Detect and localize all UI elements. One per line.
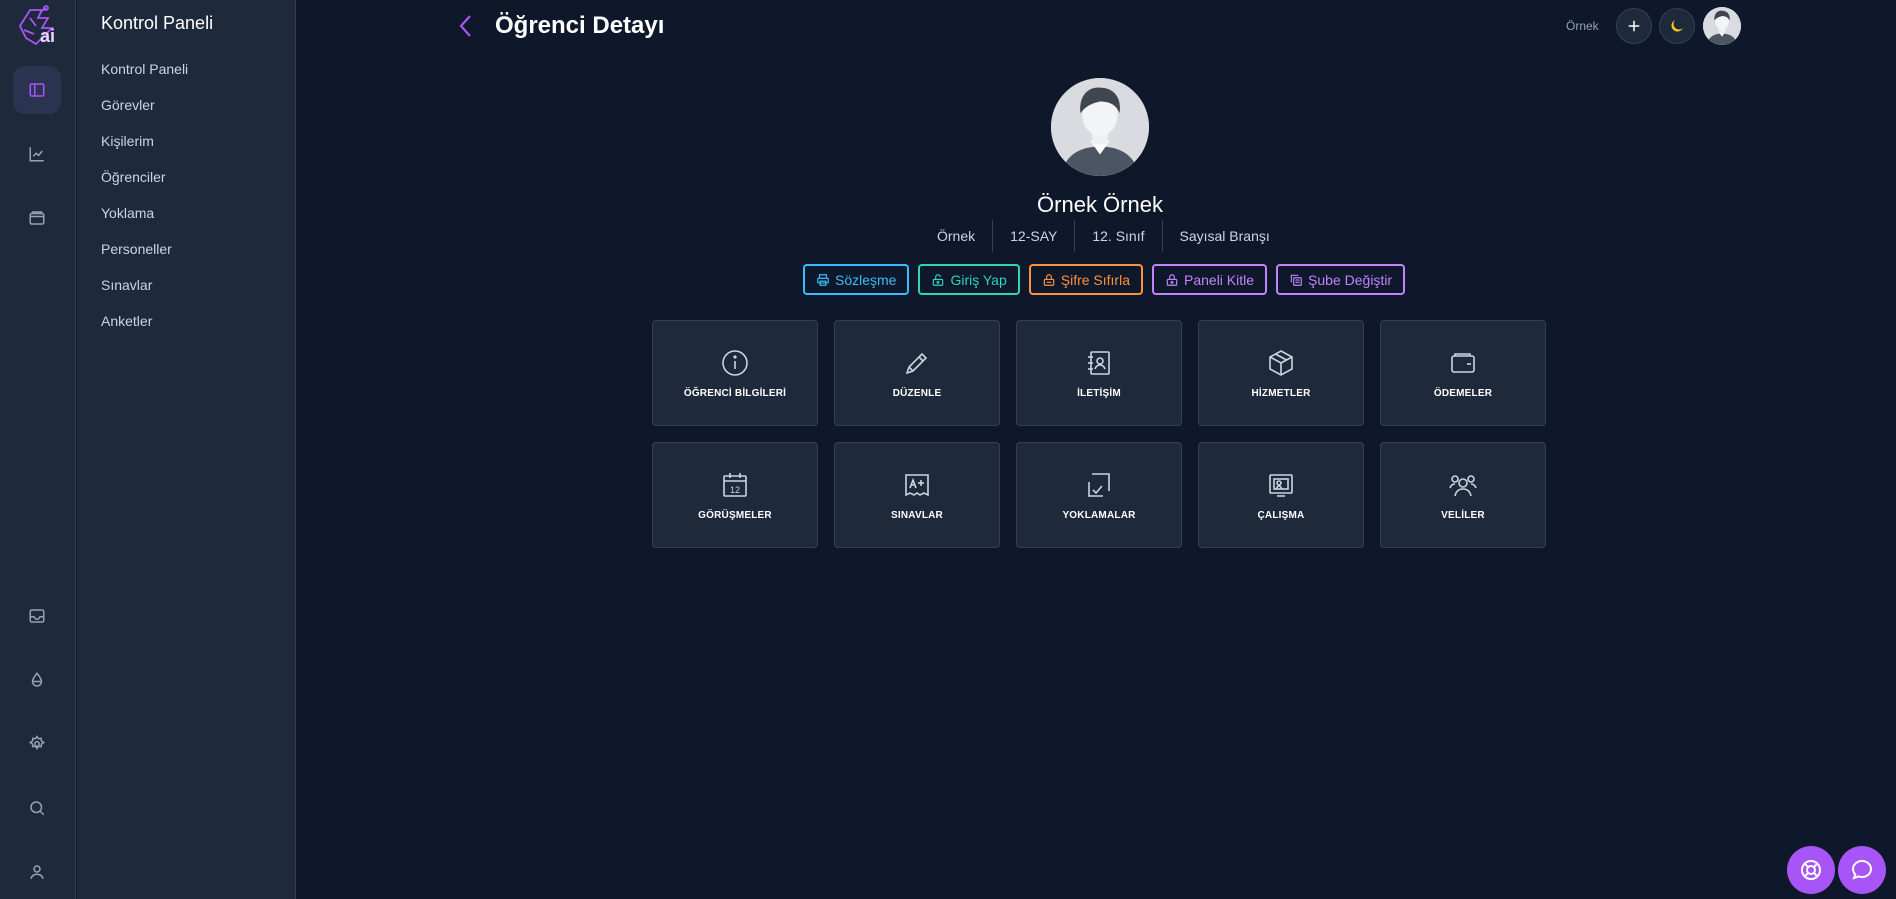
study-icon <box>1269 473 1293 497</box>
card-attendance[interactable]: YOKLAMALAR <box>1016 442 1182 548</box>
unlock-icon <box>933 273 944 286</box>
card-study-label: ÇALIŞMA <box>1257 509 1305 521</box>
droplet-icon <box>31 672 43 687</box>
printer-icon <box>817 273 829 286</box>
user-icon <box>30 865 44 879</box>
add-button[interactable] <box>1616 8 1652 44</box>
moon-icon <box>1671 20 1683 32</box>
login-as-button[interactable]: Giriş Yap <box>918 264 1020 295</box>
sidebar-title: Kontrol Paneli <box>101 13 214 33</box>
copy-icon <box>1290 274 1302 286</box>
lock-panel-button[interactable]: Paneli Kitle <box>1152 264 1268 295</box>
avatar-person-icon <box>1051 78 1149 176</box>
header-avatar[interactable] <box>1703 7 1741 45</box>
card-student-info[interactable]: ÖĞRENCİ BİLGİLERİ <box>652 320 818 426</box>
card-contact-label: İLETİŞİM <box>1077 387 1121 399</box>
calendar-day: 12 <box>730 485 740 495</box>
logo-text: ai <box>40 26 55 46</box>
lock-panel-button-label: Paneli Kitle <box>1184 271 1255 288</box>
lifebuoy-icon <box>1801 860 1821 880</box>
page-title: Öğrenci Detayı <box>495 12 665 39</box>
address-book-icon <box>1088 350 1110 375</box>
student-avatar <box>1051 78 1149 176</box>
check-square-icon <box>1088 472 1110 497</box>
chat-bubble-icon <box>1851 859 1873 880</box>
rail-item-reports[interactable] <box>13 130 61 178</box>
lock-reset-icon <box>1043 273 1054 286</box>
student-meta-branch: Sayısal Branşı <box>1179 228 1270 244</box>
card-meetings[interactable]: 12 GÖRÜŞMELER <box>652 442 818 548</box>
rail-item-theme[interactable] <box>13 656 61 704</box>
card-attendance-label: YOKLAMALAR <box>1062 509 1136 521</box>
student-meta: Örnek 12-SAY 12. Sınıf Sayısal Branşı <box>920 220 1287 252</box>
rail-item-search[interactable] <box>13 784 61 832</box>
contract-button-label: Sözleşme <box>835 271 897 288</box>
support-button[interactable] <box>1787 846 1835 894</box>
icon-rail: ai <box>0 0 76 899</box>
card-student-info-label: ÖĞRENCİ BİLGİLERİ <box>683 387 787 399</box>
sidebar-item-sinavlar[interactable]: Sınavlar <box>101 276 188 312</box>
chat-button[interactable] <box>1838 846 1886 894</box>
card-exams[interactable]: SINAVLAR <box>834 442 1000 548</box>
avatar-person-icon <box>1703 7 1741 45</box>
users-icon <box>1449 474 1477 496</box>
action-buttons: Sözleşme Giriş Yap Şifre Sıfırla Paneli … <box>803 264 1406 295</box>
card-meetings-label: GÖRÜŞMELER <box>698 509 772 521</box>
sidebar-item-kontrol-paneli[interactable]: Kontrol Paneli <box>101 60 188 96</box>
sidebar-item-kisilerim[interactable]: Kişilerim <box>101 132 188 168</box>
chevron-left-icon <box>459 15 471 37</box>
card-edit[interactable]: DÜZENLE <box>834 320 1000 426</box>
sidebar-panel-icon <box>29 83 45 97</box>
wallet-icon <box>1451 352 1475 373</box>
sidebar: Kontrol Paneli Kontrol Paneli Görevler K… <box>77 0 296 899</box>
change-branch-button[interactable]: Şube Değiştir <box>1276 264 1406 295</box>
reset-password-button[interactable]: Şifre Sıfırla <box>1028 264 1143 295</box>
student-menu-grid: ÖĞRENCİ BİLGİLERİ DÜZENLE İLETİŞİM HİZME… <box>652 320 1546 548</box>
reset-password-button-label: Şifre Sıfırla <box>1060 271 1130 288</box>
box-icon <box>1269 349 1293 376</box>
card-services[interactable]: HİZMETLER <box>1198 320 1364 426</box>
search-icon <box>30 801 45 816</box>
rail-item-inbox[interactable] <box>13 592 61 640</box>
calendar-icon: 12 <box>723 472 747 497</box>
rail-item-profile[interactable] <box>13 848 61 896</box>
contract-button[interactable]: Sözleşme <box>803 264 910 295</box>
card-edit-label: DÜZENLE <box>892 387 942 399</box>
gear-icon <box>28 735 46 750</box>
card-parents-label: VELİLER <box>1441 509 1485 521</box>
student-meta-grade: 12. Sınıf <box>1075 220 1163 252</box>
inbox-icon <box>29 609 45 623</box>
card-study[interactable]: ÇALIŞMA <box>1198 442 1364 548</box>
card-services-label: HİZMETLER <box>1251 387 1311 399</box>
student-meta-class-code: 12-SAY <box>993 220 1076 252</box>
lock-icon <box>1166 273 1178 286</box>
pencil-icon <box>905 352 928 374</box>
back-button[interactable] <box>455 13 477 39</box>
chart-line-icon <box>29 147 44 162</box>
info-circle-icon <box>722 349 748 376</box>
student-meta-name: Örnek <box>920 220 994 252</box>
rail-item-dashboard[interactable] <box>13 66 61 114</box>
card-contact[interactable]: İLETİŞİM <box>1016 320 1182 426</box>
card-parents[interactable]: VELİLER <box>1380 442 1546 548</box>
rail-item-settings[interactable] <box>13 720 61 768</box>
card-exams-label: SINAVLAR <box>891 509 943 521</box>
student-name-text: Örnek Örnek <box>1037 192 1163 217</box>
card-payments-label: ÖDEMELER <box>1433 387 1493 399</box>
sidebar-item-anketler[interactable]: Anketler <box>101 312 188 348</box>
change-branch-button-label: Şube Değiştir <box>1308 271 1393 288</box>
sidebar-item-gorevler[interactable]: Görevler <box>101 96 188 132</box>
brain-circuit-logo-icon[interactable]: ai <box>12 4 64 48</box>
sidebar-item-personeller[interactable]: Personeller <box>101 240 188 276</box>
theme-toggle-button[interactable] <box>1659 8 1695 44</box>
login-as-button-label: Giriş Yap <box>950 271 1007 288</box>
card-payments[interactable]: ÖDEMELER <box>1380 320 1546 426</box>
plus-icon <box>1628 20 1640 32</box>
header-user-name: Örnek <box>1566 19 1599 33</box>
exam-grade-icon <box>905 473 929 496</box>
student-name: Örnek Örnek <box>0 192 1896 218</box>
